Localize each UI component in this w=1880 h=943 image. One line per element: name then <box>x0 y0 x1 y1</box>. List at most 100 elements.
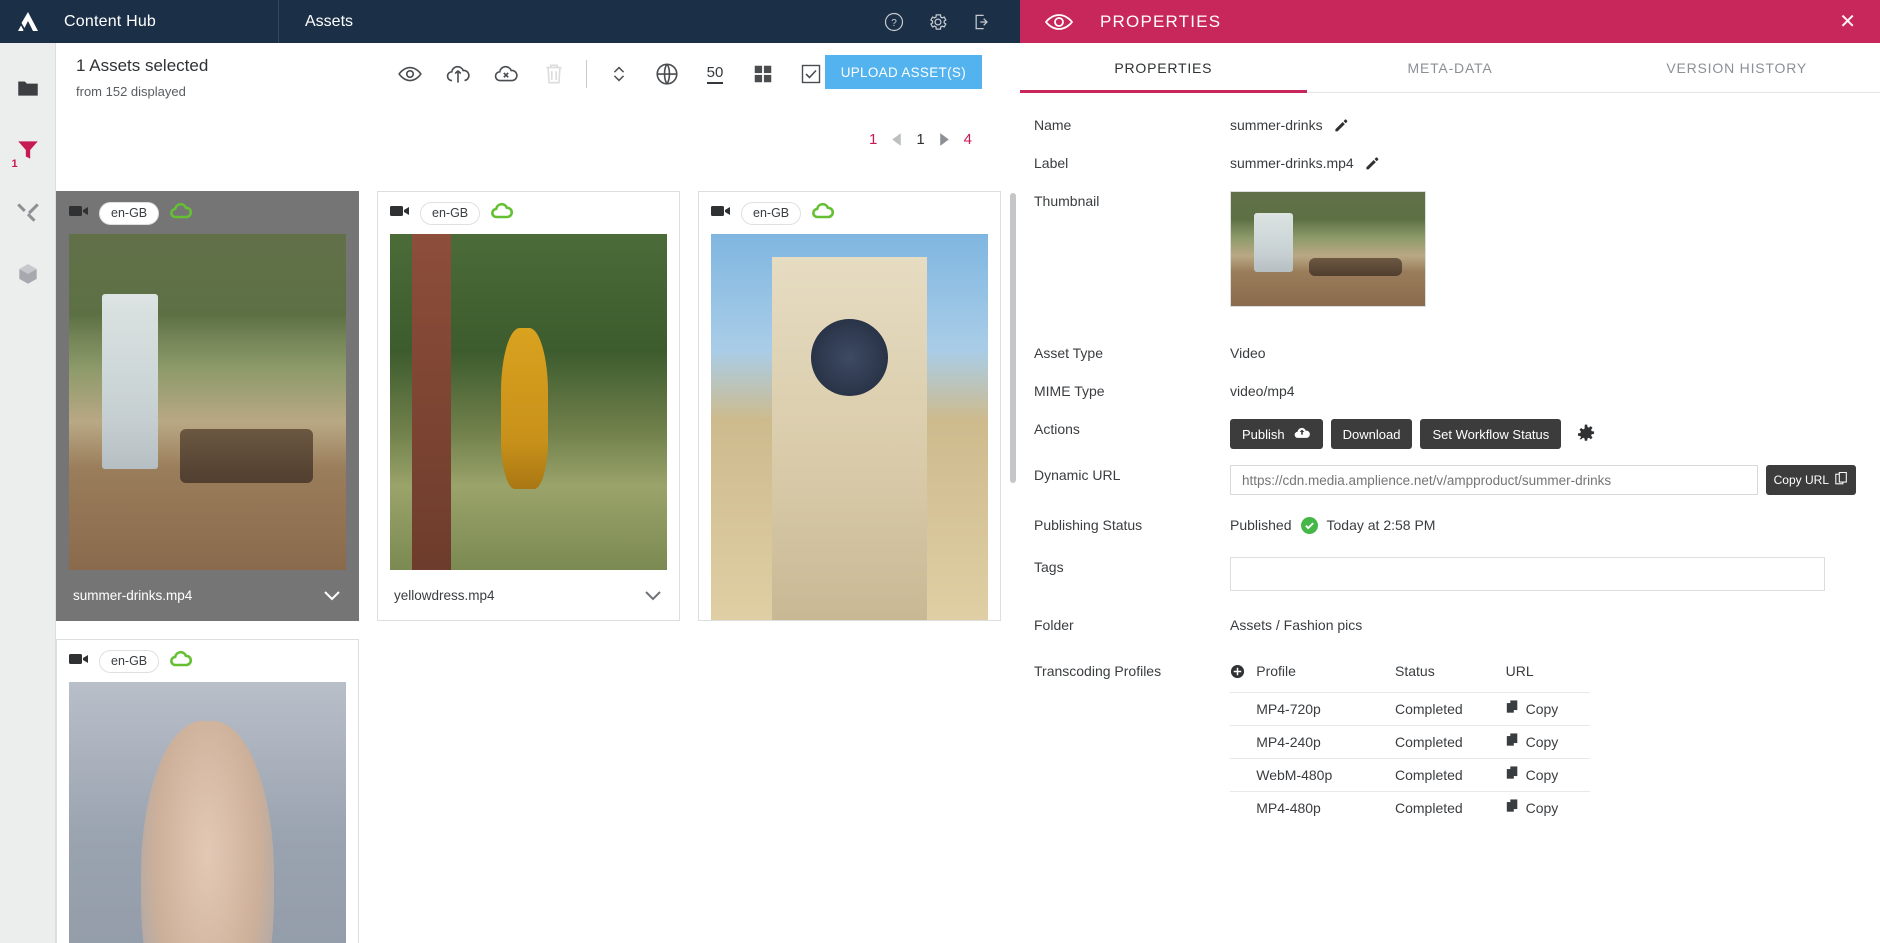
property-label-mime-type: MIME Type <box>1034 383 1105 399</box>
transcoding-copy-url-button[interactable]: Copy <box>1506 732 1590 752</box>
asset-card-summer-drinks[interactable]: en-GB summer-drinks.mp4 <box>56 191 359 621</box>
asset-thumbnail-image <box>711 234 988 620</box>
copy-icon <box>1506 765 1519 785</box>
publish-timestamp: Today at 2:58 PM <box>1326 517 1436 533</box>
asset-grid: en-GB summer-drinks.mp4 en-GB yellowdres… <box>56 175 1002 943</box>
chevron-left-icon[interactable] <box>890 132 903 147</box>
asset-grid-scrollbar[interactable] <box>1010 193 1016 483</box>
page-size-selector[interactable]: 50 <box>691 57 739 91</box>
asset-name-label: summer-drinks.mp4 <box>73 587 193 603</box>
help-icon[interactable]: ? <box>884 12 904 32</box>
property-value-mime-type: video/mp4 <box>1230 383 1295 399</box>
selection-info: 1 Assets selected from 152 displayed <box>56 55 356 103</box>
asset-card-fur[interactable]: en-GB <box>56 639 359 943</box>
transcoding-profile-status: Completed <box>1395 800 1463 816</box>
asset-card-clock[interactable]: en-GB <box>698 191 1001 621</box>
copy-url-button[interactable]: Copy URL <box>1765 465 1856 495</box>
property-row-label: Label summer-drinks.mp4 <box>1020 153 1880 191</box>
properties-header: PROPERTIES ✕ <box>1020 0 1880 43</box>
transcoding-copy-label: Copy <box>1525 701 1559 717</box>
property-row-thumbnail: Thumbnail <box>1020 191 1880 343</box>
transcoding-column-status: Status <box>1395 663 1435 679</box>
sidebar-item-filters[interactable]: 1 <box>11 133 45 170</box>
pagination-current: 1 <box>916 131 925 148</box>
transcoding-profiles-table: Profile Status URL MP4-720p Completed Co… <box>1230 661 1590 824</box>
amplience-logo-icon[interactable] <box>0 10 56 34</box>
tab-properties[interactable]: PROPERTIES <box>1020 43 1307 93</box>
assets-pane: Content Hub Assets ? 1 1 Assets selected… <box>0 0 1020 943</box>
tab-meta-data[interactable]: META-DATA <box>1307 43 1594 92</box>
asset-thumbnail <box>69 234 346 570</box>
add-circle-icon[interactable] <box>1230 664 1256 679</box>
unpublish-cloud-icon[interactable] <box>482 57 530 91</box>
transcoding-copy-url-button[interactable]: Copy <box>1506 765 1590 785</box>
cloud-upload-icon <box>1293 426 1311 442</box>
actions-button-group: Publish Download Set Workflow Status <box>1230 419 1880 449</box>
video-camera-icon <box>711 204 731 223</box>
copy-icon <box>1506 699 1519 719</box>
property-label-label: Label <box>1034 155 1069 171</box>
tags-input[interactable] <box>1230 557 1825 591</box>
selected-count-label: 1 Assets selected <box>76 56 209 75</box>
pagination-first[interactable]: 1 <box>869 131 877 148</box>
edit-label-pencil-icon[interactable] <box>1364 155 1380 171</box>
asset-thumbnail-image <box>390 234 667 570</box>
gear-icon[interactable] <box>1575 423 1597 445</box>
pagination-last[interactable]: 4 <box>964 131 972 148</box>
chevron-right-icon[interactable] <box>938 132 951 147</box>
copy-icon <box>1506 732 1519 752</box>
table-row: MP4-240p Completed Copy <box>1230 725 1590 758</box>
transcoding-copy-url-button[interactable]: Copy <box>1506 798 1590 818</box>
preview-eye-icon[interactable] <box>386 57 434 91</box>
locale-globe-icon[interactable] <box>643 57 691 91</box>
chevron-down-icon[interactable] <box>322 589 342 602</box>
delete-trash-icon[interactable] <box>530 57 578 91</box>
eye-icon <box>1020 11 1100 33</box>
publish-button-label: Publish <box>1242 426 1285 442</box>
property-value-name-wrap: summer-drinks <box>1230 115 1880 135</box>
svg-text:?: ? <box>891 18 897 29</box>
property-row-tags: Tags <box>1020 557 1880 615</box>
asset-card-header: en-GB <box>699 192 1000 234</box>
sidebar-item-tools[interactable] <box>11 195 45 229</box>
table-row: MP4-480p Completed Copy <box>1230 791 1590 824</box>
thumbnail-preview[interactable] <box>1230 191 1426 307</box>
properties-tabs: PROPERTIES META-DATA VERSION HISTORY <box>1020 43 1880 93</box>
asset-card-header: en-GB <box>57 640 358 682</box>
property-value-transcoding-profiles: Profile Status URL MP4-720p Completed Co… <box>1230 661 1880 824</box>
property-label-transcoding-profiles: Transcoding Profiles <box>1034 663 1162 679</box>
close-icon[interactable]: ✕ <box>1839 12 1880 32</box>
publish-cloud-icon[interactable] <box>434 57 482 91</box>
asset-thumbnail <box>69 682 346 943</box>
brand-title: Content Hub <box>64 12 157 30</box>
logout-icon[interactable] <box>972 12 992 32</box>
property-label-name: Name <box>1034 117 1072 133</box>
upload-assets-button[interactable]: UPLOAD ASSET(S) <box>824 55 982 89</box>
property-row-asset-type: Asset Type Video <box>1020 343 1880 381</box>
asset-card-yellowdress[interactable]: en-GB yellowdress.mp4 <box>377 191 680 621</box>
grid-view-icon[interactable] <box>739 57 787 91</box>
dynamic-url-input[interactable] <box>1230 465 1758 495</box>
sidebar-item-folders[interactable] <box>11 71 45 105</box>
set-workflow-status-button[interactable]: Set Workflow Status <box>1420 419 1562 449</box>
section-title: Assets <box>305 12 354 30</box>
copy-icon <box>1506 798 1519 818</box>
property-value-name: summer-drinks <box>1230 117 1323 133</box>
asset-card-footer: summer-drinks.mp4 <box>57 570 358 620</box>
property-value-folder: Assets / Fashion pics <box>1230 617 1363 633</box>
property-row-actions: Actions Publish Download Set Workflow St… <box>1020 419 1880 465</box>
tab-version-history[interactable]: VERSION HISTORY <box>1593 43 1880 92</box>
transcoding-table-header: Profile Status URL <box>1230 661 1590 692</box>
transcoding-column-url: URL <box>1505 663 1534 679</box>
properties-title: PROPERTIES <box>1100 11 1222 31</box>
sort-icon[interactable] <box>595 57 643 91</box>
transcoding-copy-url-button[interactable]: Copy <box>1506 699 1590 719</box>
sidebar-item-assets[interactable] <box>11 257 45 291</box>
edit-name-pencil-icon[interactable] <box>1333 117 1349 133</box>
publish-button[interactable]: Publish <box>1230 419 1323 449</box>
download-button[interactable]: Download <box>1330 419 1413 449</box>
settings-gear-icon[interactable] <box>928 12 948 32</box>
chevron-down-icon[interactable] <box>643 589 663 602</box>
video-camera-icon <box>69 204 89 223</box>
property-label-actions: Actions <box>1034 421 1080 437</box>
